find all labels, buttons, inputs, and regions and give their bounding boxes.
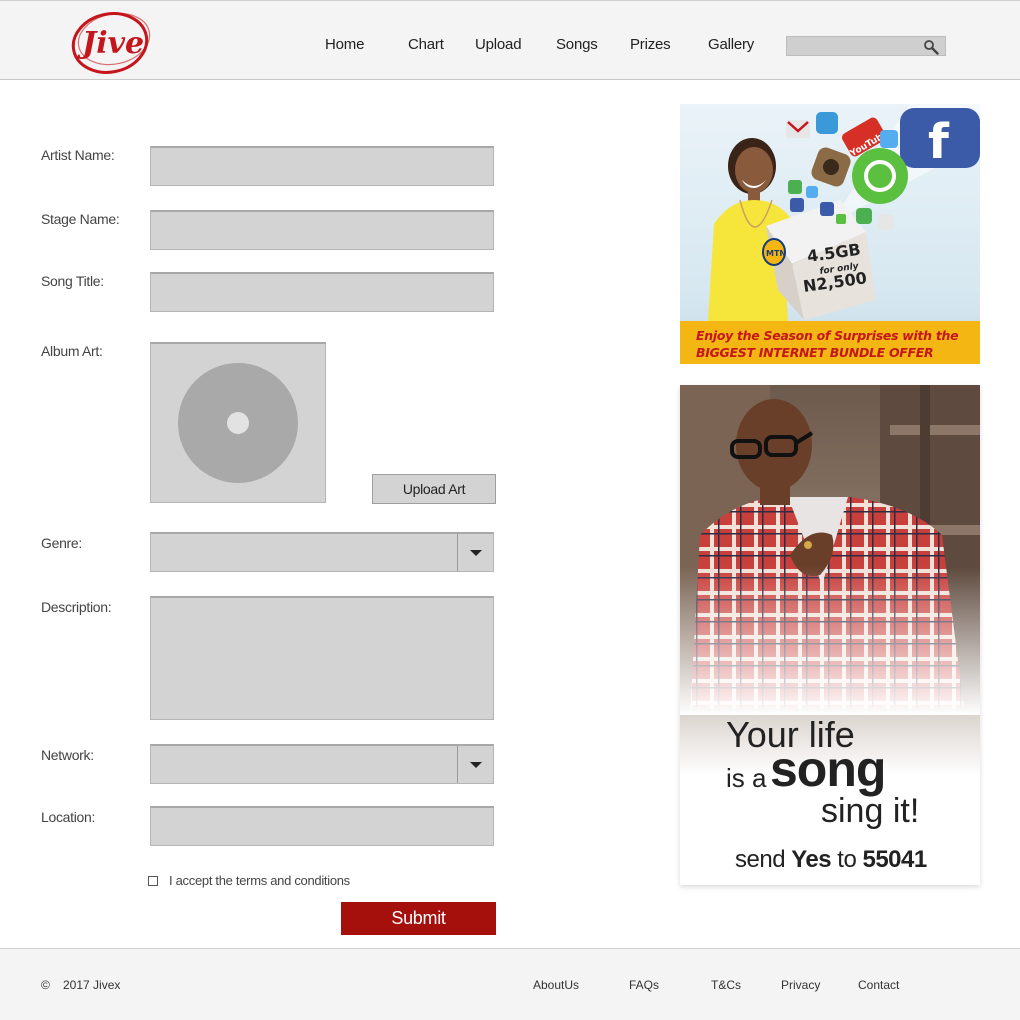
footer-link-contact[interactable]: Contact — [858, 978, 899, 992]
song-sms-ad[interactable]: Your life is a song sing it! send Yes to… — [680, 385, 980, 885]
search-icon[interactable] — [923, 39, 939, 55]
nav-upload[interactable]: Upload — [475, 36, 522, 53]
slogan-line3: sing it! — [821, 792, 920, 830]
mtn-ad-illustration: MTN 4.5GB for only N2,500 f YouTube — [708, 104, 980, 321]
slogan-line2-prefix: is a — [726, 763, 767, 793]
logo-wordmark: Jive — [77, 26, 144, 61]
nav-songs[interactable]: Songs — [556, 36, 598, 53]
song-title-field[interactable] — [150, 272, 494, 312]
terms-checkbox[interactable] — [148, 875, 158, 886]
description-label: Description: — [41, 599, 112, 615]
artist-name-field[interactable] — [150, 146, 494, 186]
copyright-text: 2017 Jivex — [63, 978, 121, 992]
chevron-down-icon[interactable] — [457, 746, 493, 783]
mtn-banner-line2: BIGGEST INTERNET BUNDLE OFFER — [696, 345, 934, 360]
whatsapp-icon — [852, 148, 908, 204]
stage-name-field[interactable] — [150, 210, 494, 250]
chevron-down-icon[interactable] — [457, 534, 493, 571]
network-label: Network: — [41, 747, 94, 763]
sms-instruction: send Yes to 55041 — [735, 846, 927, 873]
site-header: Jive Home Chart Upload Songs Prizes Gall… — [0, 0, 1020, 80]
jive-logo[interactable]: Jive — [70, 9, 154, 75]
genre-label: Genre: — [41, 535, 82, 551]
album-art-preview — [150, 342, 326, 503]
artist-photo — [680, 385, 980, 715]
song-title-label: Song Title: — [41, 273, 104, 289]
network-select[interactable] — [150, 744, 494, 784]
slogan-song-word: song — [770, 741, 886, 797]
footer-link-privacy[interactable]: Privacy — [781, 978, 820, 992]
upload-art-button[interactable]: Upload Art — [372, 474, 496, 504]
search-input[interactable] — [786, 36, 946, 56]
artist-name-label: Artist Name: — [41, 147, 115, 163]
mtn-logo-text: MTN — [766, 249, 786, 258]
stage-name-label: Stage Name: — [41, 211, 120, 227]
site-footer: © 2017 Jivex AboutUs FAQs T&Cs Privacy C… — [0, 948, 1020, 1020]
disc-icon — [178, 363, 298, 483]
twitter-icon — [816, 112, 838, 134]
mtn-bundle-ad[interactable]: MTN 4.5GB for only N2,500 f YouTube Enjo… — [680, 104, 980, 364]
copyright-symbol: © — [41, 978, 50, 992]
submit-button[interactable]: Submit — [341, 902, 496, 935]
description-textarea[interactable] — [150, 596, 494, 720]
svg-text:f: f — [928, 114, 950, 170]
nav-gallery[interactable]: Gallery — [708, 36, 754, 53]
location-label: Location: — [41, 809, 96, 825]
location-field[interactable] — [150, 806, 494, 846]
nav-prizes[interactable]: Prizes — [630, 36, 671, 53]
mtn-offer-banner: Enjoy the Season of Surprises with the B… — [680, 321, 980, 364]
footer-link-aboutus[interactable]: AboutUs — [533, 978, 579, 992]
terms-row: I accept the terms and conditions — [148, 873, 350, 888]
nav-home[interactable]: Home — [325, 36, 364, 53]
terms-label: I accept the terms and conditions — [169, 873, 350, 888]
mtn-banner-line1: Enjoy the Season of Surprises with the — [696, 328, 959, 343]
nav-chart[interactable]: Chart — [408, 36, 444, 53]
footer-link-tcs[interactable]: T&Cs — [711, 978, 741, 992]
album-art-label: Album Art: — [41, 343, 103, 359]
footer-link-faqs[interactable]: FAQs — [629, 978, 659, 992]
genre-select[interactable] — [150, 532, 494, 572]
